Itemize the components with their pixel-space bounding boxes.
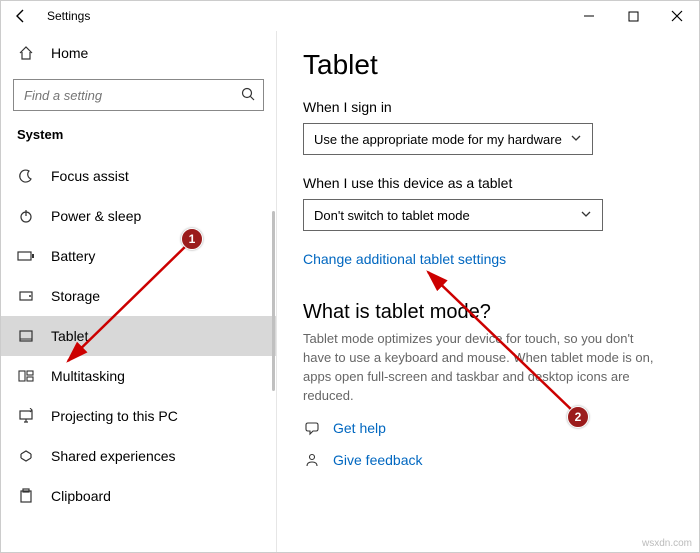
sidebar-item-multitasking[interactable]: Multitasking bbox=[1, 356, 276, 396]
help-icon bbox=[303, 419, 321, 437]
chevron-down-icon bbox=[580, 208, 592, 223]
sidebar: Home System Focus assist Power & sleep Bat… bbox=[1, 31, 277, 552]
dropdown-value: Use the appropriate mode for my hardware bbox=[314, 132, 562, 147]
sidebar-item-label: Multitasking bbox=[51, 368, 125, 384]
focus-assist-icon bbox=[17, 167, 35, 185]
sidebar-item-tablet[interactable]: Tablet bbox=[1, 316, 276, 356]
sidebar-item-battery[interactable]: Battery bbox=[1, 236, 276, 276]
sidebar-item-label: Power & sleep bbox=[51, 208, 141, 224]
sidebar-item-label: Projecting to this PC bbox=[51, 408, 178, 424]
search-icon bbox=[241, 87, 255, 104]
sidebar-item-label: Clipboard bbox=[51, 488, 111, 504]
what-is-heading: What is tablet mode? bbox=[303, 301, 673, 324]
chevron-down-icon bbox=[570, 132, 582, 147]
signin-dropdown[interactable]: Use the appropriate mode for my hardware bbox=[303, 123, 593, 155]
sidebar-item-home[interactable]: Home bbox=[1, 33, 276, 73]
sidebar-section-heading: System bbox=[1, 121, 276, 156]
what-is-description: Tablet mode optimizes your device for to… bbox=[303, 330, 663, 405]
get-help-row[interactable]: Get help bbox=[303, 419, 673, 437]
change-tablet-settings-link[interactable]: Change additional tablet settings bbox=[303, 251, 506, 267]
clipboard-icon bbox=[17, 487, 35, 505]
close-icon bbox=[671, 10, 683, 22]
maximize-icon bbox=[628, 11, 639, 22]
home-icon bbox=[17, 44, 35, 62]
sidebar-item-label: Tablet bbox=[51, 328, 88, 344]
search-box[interactable] bbox=[13, 79, 264, 111]
dropdown-value: Don't switch to tablet mode bbox=[314, 208, 470, 223]
sidebar-item-power-sleep[interactable]: Power & sleep bbox=[1, 196, 276, 236]
feedback-icon bbox=[303, 451, 321, 469]
sidebar-item-label: Storage bbox=[51, 288, 100, 304]
maximize-button[interactable] bbox=[611, 1, 655, 31]
sidebar-item-shared-experiences[interactable]: Shared experiences bbox=[1, 436, 276, 476]
sidebar-item-storage[interactable]: Storage bbox=[1, 276, 276, 316]
page-title: Tablet bbox=[303, 49, 673, 81]
sidebar-scrollbar[interactable] bbox=[272, 211, 275, 391]
projecting-to-this-pc-icon bbox=[17, 407, 35, 425]
sidebar-item-clipboard[interactable]: Clipboard bbox=[1, 476, 276, 516]
content-pane: Tablet When I sign in Use the appropriat… bbox=[277, 31, 699, 552]
search-input[interactable] bbox=[22, 87, 241, 104]
watermark: wsxdn.com bbox=[642, 538, 692, 549]
arrow-left-icon bbox=[13, 8, 29, 24]
tablet-use-label: When I use this device as a tablet bbox=[303, 175, 673, 191]
app-title: Settings bbox=[47, 9, 90, 23]
sidebar-item-label: Battery bbox=[51, 248, 95, 264]
sidebar-item-label: Shared experiences bbox=[51, 448, 176, 464]
power-sleep-icon bbox=[17, 207, 35, 225]
sidebar-item-focus-assist[interactable]: Focus assist bbox=[1, 156, 276, 196]
multitasking-icon bbox=[17, 367, 35, 385]
storage-icon bbox=[17, 287, 35, 305]
minimize-icon bbox=[583, 10, 595, 22]
back-button[interactable] bbox=[1, 1, 41, 31]
tablet-icon bbox=[17, 327, 35, 345]
get-help-link[interactable]: Get help bbox=[333, 420, 386, 436]
sidebar-item-label: Focus assist bbox=[51, 168, 129, 184]
give-feedback-link[interactable]: Give feedback bbox=[333, 452, 423, 468]
battery-icon bbox=[17, 247, 35, 265]
sidebar-item-projecting-to-this-pc[interactable]: Projecting to this PC bbox=[1, 396, 276, 436]
sidebar-item-label: Home bbox=[51, 45, 88, 61]
tablet-use-dropdown[interactable]: Don't switch to tablet mode bbox=[303, 199, 603, 231]
titlebar: Settings bbox=[1, 1, 699, 31]
minimize-button[interactable] bbox=[567, 1, 611, 31]
shared-experiences-icon bbox=[17, 447, 35, 465]
close-button[interactable] bbox=[655, 1, 699, 31]
signin-label: When I sign in bbox=[303, 99, 673, 115]
give-feedback-row[interactable]: Give feedback bbox=[303, 451, 673, 469]
